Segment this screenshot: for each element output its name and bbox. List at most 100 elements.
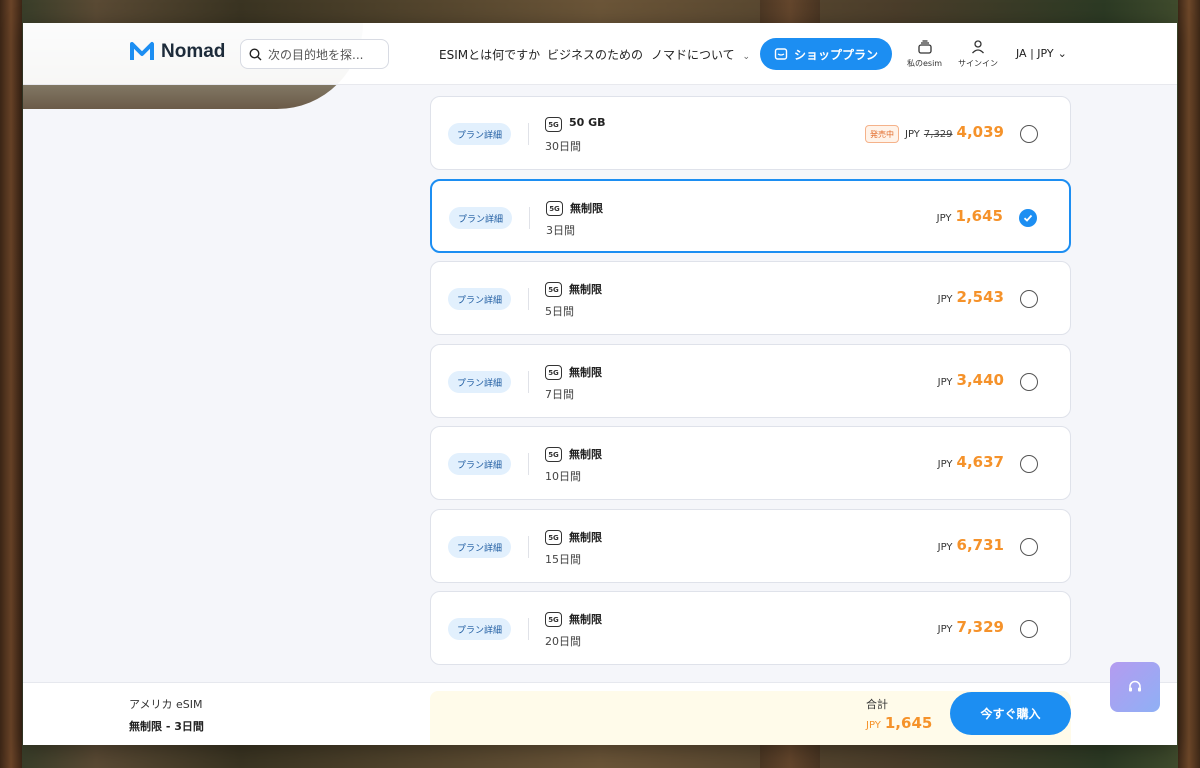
plan-days: 20日間: [545, 635, 581, 648]
search-icon: [249, 47, 262, 60]
plan-radio[interactable]: [1020, 125, 1038, 143]
plan-days: 30日間: [545, 140, 581, 153]
plan-radio-checked[interactable]: [1019, 209, 1037, 227]
language-selector[interactable]: JA | JPY ⌄: [1016, 47, 1067, 60]
5g-icon: 5G: [545, 365, 562, 380]
headset-icon: [1129, 680, 1141, 692]
selected-plan-summary: 無制限 - 3日間: [129, 720, 204, 733]
plan-price: JPY 4,637: [938, 453, 1004, 471]
total-amount: 1,645: [884, 714, 933, 732]
plan-detail-button[interactable]: プラン詳細: [448, 618, 511, 640]
plan-detail-button[interactable]: プラン詳細: [448, 536, 511, 558]
currency-label: JPY: [937, 624, 953, 635]
currency-label: JPY: [936, 213, 952, 224]
divider: [528, 453, 529, 475]
browser-page: プラン詳細 5G 50 GB 30日間 発売中 JPY 7,329 4,039 …: [23, 23, 1177, 745]
shop-button-label: ショッププラン: [793, 47, 878, 62]
plan-days: 15日間: [545, 553, 581, 566]
plan-card[interactable]: プラン詳細 5G 無制限 20日間 JPY 7,329: [430, 591, 1071, 665]
price-amount: 4,039: [956, 123, 1004, 141]
my-esim-button[interactable]: 私のesim: [907, 39, 942, 69]
5g-icon: 5G: [546, 201, 563, 216]
currency-label: JPY: [905, 129, 920, 140]
plan-card[interactable]: プラン詳細 5G 無制限 5日間 JPY 2,543: [430, 261, 1071, 335]
plan-price: JPY 1,645: [937, 207, 1003, 225]
plan-price: JPY 6,731: [938, 536, 1004, 554]
plan-card[interactable]: プラン詳細 5G 無制限 10日間 JPY 4,637: [430, 426, 1071, 500]
5g-icon: 5G: [545, 282, 562, 297]
currency-label: JPY: [937, 459, 953, 470]
plan-detail-button[interactable]: プラン詳細: [448, 453, 511, 475]
currency-label: JPY: [937, 377, 953, 388]
nav-about-label: ノマドについて: [651, 48, 735, 62]
plan-card[interactable]: プラン詳細 5G 無制限 15日間 JPY 6,731: [430, 509, 1071, 583]
plan-price: JPY 2,543: [938, 288, 1004, 306]
chevron-down-icon: ⌄: [1057, 47, 1067, 60]
plan-price: JPY 7,329: [938, 618, 1004, 636]
shop-plans-button[interactable]: ショッププラン: [760, 38, 892, 70]
divider: [528, 618, 529, 640]
buy-now-button[interactable]: 今すぐ購入: [950, 692, 1071, 735]
5g-icon: 5G: [545, 612, 562, 627]
plan-price: JPY 7,329 4,039: [905, 123, 1004, 141]
plan-detail-button[interactable]: プラン詳細: [448, 123, 511, 145]
plan-price: JPY 3,440: [938, 371, 1004, 389]
store-icon: [774, 48, 788, 60]
5g-icon: 5G: [545, 117, 562, 132]
divider: [528, 536, 529, 558]
user-icon: [972, 40, 984, 54]
sim-stack-icon: [917, 40, 932, 54]
plan-detail-button[interactable]: プラン詳細: [449, 207, 512, 229]
plan-detail-button[interactable]: プラン詳細: [448, 371, 511, 393]
my-esim-label: 私のesim: [907, 59, 943, 68]
plan-radio[interactable]: [1020, 620, 1038, 638]
5g-icon: 5G: [545, 530, 562, 545]
plan-radio[interactable]: [1020, 538, 1038, 556]
search-input[interactable]: 次の目的地を探...: [240, 39, 389, 69]
price-amount: 3,440: [956, 371, 1004, 389]
price-amount: 4,637: [956, 453, 1004, 471]
nomad-logo[interactable]: Nomad: [129, 41, 225, 63]
sale-badge: 発売中: [865, 125, 899, 143]
chevron-down-icon: ⌄: [742, 52, 751, 62]
sign-in-label: サインイン: [958, 59, 998, 68]
plan-card[interactable]: プラン詳細 5G 50 GB 30日間 発売中 JPY 7,329 4,039: [430, 96, 1071, 170]
plan-name: 無制限: [569, 366, 602, 379]
search-placeholder: 次の目的地を探...: [268, 47, 364, 62]
plan-radio[interactable]: [1020, 290, 1038, 308]
divider: [528, 123, 529, 145]
5g-icon: 5G: [545, 447, 562, 462]
site-header: Nomad 次の目的地を探... ESIMとは何ですか ビジネスのための ノマド…: [23, 23, 1177, 85]
language-label: JA | JPY: [1016, 47, 1054, 60]
nav-what-is-esim[interactable]: ESIMとは何ですか: [439, 46, 540, 63]
price-amount: 1,645: [955, 207, 1003, 225]
price-amount: 7,329: [956, 618, 1004, 636]
plan-card-selected[interactable]: プラン詳細 5G 無制限 3日間 JPY 1,645: [430, 179, 1071, 253]
plan-detail-button[interactable]: プラン詳細: [448, 288, 511, 310]
divider: [528, 288, 529, 310]
old-price: 7,329: [923, 129, 953, 140]
plan-name: 無制限: [569, 283, 602, 296]
price-amount: 6,731: [956, 536, 1004, 554]
currency-label: JPY: [937, 542, 953, 553]
logo-text: Nomad: [161, 41, 226, 62]
price-amount: 2,543: [956, 288, 1004, 306]
plan-name: 無制限: [570, 202, 603, 215]
product-title: アメリカ eSIM: [129, 698, 203, 711]
plan-card[interactable]: プラン詳細 5G 無制限 7日間 JPY 3,440: [430, 344, 1071, 418]
nav-about[interactable]: ノマドについて ⌄: [651, 46, 750, 63]
plan-days: 3日間: [546, 224, 575, 237]
nav-business[interactable]: ビジネスのための: [547, 46, 643, 63]
plan-days: 5日間: [545, 305, 574, 318]
sign-in-button[interactable]: サインイン: [958, 39, 998, 69]
plan-radio[interactable]: [1020, 455, 1038, 473]
total-price: JPY 1,645: [866, 714, 932, 732]
total-label: 合計: [866, 698, 888, 711]
plan-name: 50 GB: [569, 116, 606, 129]
plan-days: 7日間: [545, 388, 574, 401]
plan-days: 10日間: [545, 470, 581, 483]
currency-label: JPY: [937, 294, 953, 305]
logo-icon: [130, 42, 154, 60]
plan-radio[interactable]: [1020, 373, 1038, 391]
support-chat-button[interactable]: [1110, 662, 1160, 712]
